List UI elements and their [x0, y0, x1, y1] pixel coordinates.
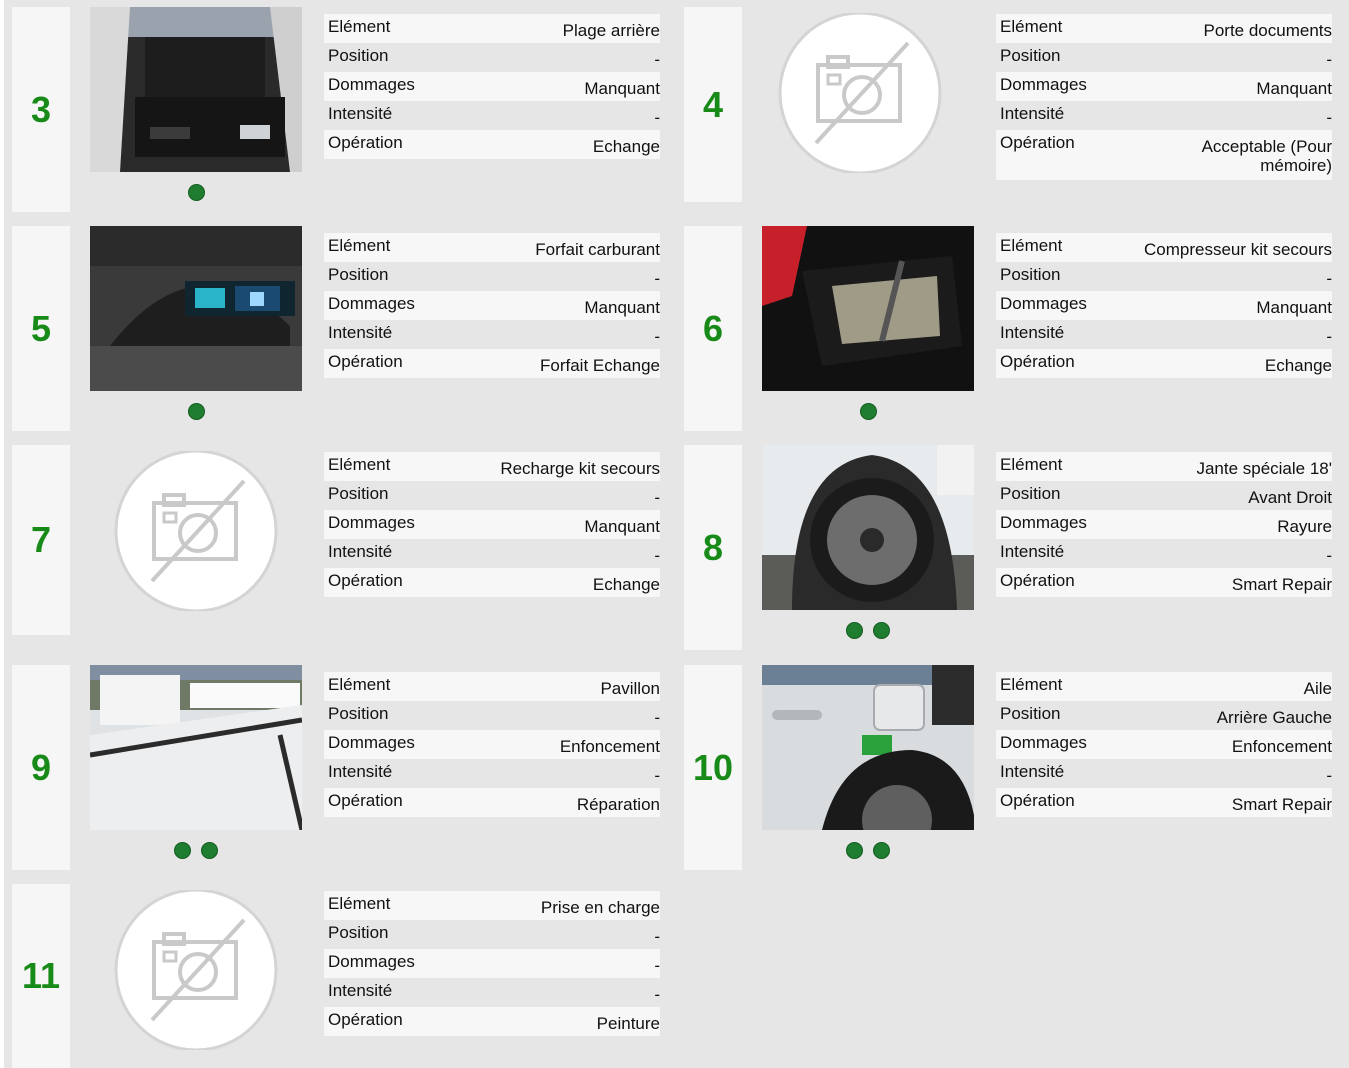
row-operation: Opération Réparation	[324, 788, 660, 817]
row-position: Position -	[328, 704, 660, 727]
damage-photo-fender[interactable]	[762, 665, 974, 830]
row-operation: Opération Peinture	[324, 1007, 660, 1036]
row-dommages: Dommages Manquant	[324, 291, 660, 320]
row-intensite: Intensité -	[1000, 762, 1332, 785]
row-dommages: Dommages -	[324, 949, 660, 978]
row-dommages: Dommages Manquant	[324, 510, 660, 539]
row-element: Elément Pavillon	[324, 672, 660, 701]
details-table: Elément Plage arrière Position - Dommages M…	[324, 14, 660, 159]
photo-pagination	[90, 184, 302, 202]
row-dommages: Dommages Enfoncement	[996, 730, 1332, 759]
photo-pagination	[90, 842, 302, 860]
row-intensite: Intensité -	[328, 762, 660, 785]
details-table: Elément Porte documents Position - Dommage…	[996, 14, 1332, 180]
item-number: 5	[12, 226, 70, 431]
row-element: Elément Porte documents	[996, 14, 1332, 43]
row-position: Position -	[328, 46, 660, 69]
damage-card: 7 Elément Recharge kit secours Position - …	[4, 445, 664, 635]
photo-dot[interactable]	[174, 842, 191, 859]
row-position: Position -	[328, 484, 660, 507]
details-table: Elément Jante spéciale 18' Position Avant …	[996, 452, 1332, 597]
row-intensite: Intensité -	[328, 542, 660, 565]
damage-card: 6 Elément Compresseur kit secours Positio…	[676, 226, 1336, 431]
row-position: Position Avant Droit	[1000, 484, 1332, 507]
row-operation: Opération Forfait Echange	[324, 349, 660, 378]
item-number: 4	[684, 7, 742, 202]
damage-card: 9 Elément Pavillon Position - Dommages Enfo…	[4, 665, 664, 870]
row-element: Elément Recharge kit secours	[324, 452, 660, 481]
photo-dot[interactable]	[873, 622, 890, 639]
row-element: Elément Jante spéciale 18'	[996, 452, 1332, 481]
row-element: Elément Forfait carburant	[324, 233, 660, 262]
row-position: Position -	[1000, 46, 1332, 69]
row-dommages: Dommages Manquant	[996, 72, 1332, 101]
row-dommages: Dommages Manquant	[324, 72, 660, 101]
photo-dot[interactable]	[846, 842, 863, 859]
row-position: Position -	[1000, 265, 1332, 288]
damage-card: 11 Elément Prise en charge Position - Domm…	[4, 884, 664, 1068]
damage-card: 5 Elément Forfait carburant Position - Dom…	[4, 226, 664, 431]
row-element: Elément Compresseur kit secours	[996, 233, 1332, 262]
damage-card: 4 Elément Porte documents Position - Domma…	[676, 7, 1336, 202]
item-number: 3	[12, 7, 70, 212]
item-number: 9	[12, 665, 70, 870]
photo-pagination	[762, 842, 974, 860]
photo-dot[interactable]	[873, 842, 890, 859]
details-table: Elément Compresseur kit secours Position -…	[996, 233, 1332, 378]
row-position: Position Arrière Gauche	[1000, 704, 1332, 727]
row-operation: Opération Echange	[324, 130, 660, 159]
row-dommages: Dommages Rayure	[996, 510, 1332, 539]
row-intensite: Intensité -	[328, 981, 660, 1004]
inspection-grid: 3 Elément Plage arrière Position - Dommage…	[4, 0, 1349, 1068]
row-operation: Opération Echange	[996, 349, 1332, 378]
details-table: Elément Pavillon Position - Dommages Enfonc…	[324, 672, 660, 817]
photo-dot[interactable]	[187, 403, 205, 420]
damage-photo-roof[interactable]	[90, 665, 302, 830]
damage-photo-dashboard[interactable]	[90, 226, 302, 391]
damage-photo-trunk[interactable]	[90, 7, 302, 172]
photo-dot[interactable]	[846, 622, 863, 639]
photo-dot[interactable]	[201, 842, 218, 859]
item-number: 10	[684, 665, 742, 870]
row-element: Elément Plage arrière	[324, 14, 660, 43]
photo-pagination	[762, 403, 974, 421]
photo-pagination	[90, 403, 302, 421]
photo-pagination	[762, 622, 974, 640]
row-intensite: Intensité -	[1000, 323, 1332, 346]
damage-photo-wheel[interactable]	[762, 445, 974, 610]
row-intensite: Intensité -	[1000, 542, 1332, 565]
row-intensite: Intensité -	[328, 323, 660, 346]
details-table: Elément Forfait carburant Position - Domma…	[324, 233, 660, 378]
photo-dot[interactable]	[187, 184, 205, 201]
item-number: 8	[684, 445, 742, 650]
row-dommages: Dommages Enfoncement	[324, 730, 660, 759]
photo-dot[interactable]	[859, 403, 877, 420]
row-position: Position -	[328, 923, 660, 946]
details-table: Elément Recharge kit secours Position - Do…	[324, 452, 660, 597]
row-operation: Opération Acceptable (Pour mémoire)	[996, 130, 1332, 180]
row-element: Elément Prise en charge	[324, 891, 660, 920]
item-number: 6	[684, 226, 742, 431]
no-photo-icon	[776, 11, 944, 175]
no-photo-icon	[112, 888, 280, 1052]
row-operation: Opération Echange	[324, 568, 660, 597]
row-element: Elément Aile	[996, 672, 1332, 701]
details-table: Elément Prise en charge Position - Dommage…	[324, 891, 660, 1036]
row-intensite: Intensité -	[328, 104, 660, 127]
row-dommages: Dommages Manquant	[996, 291, 1332, 320]
no-photo-icon	[112, 449, 280, 613]
row-position: Position -	[328, 265, 660, 288]
item-number: 11	[12, 884, 70, 1068]
damage-photo-compressor[interactable]	[762, 226, 974, 391]
item-number: 7	[12, 445, 70, 635]
row-operation: Opération Smart Repair	[996, 788, 1332, 817]
damage-card: 3 Elément Plage arrière Position - Dommage…	[4, 7, 664, 212]
damage-card: 10 Elément Aile Position Arrière Gauche Do…	[676, 665, 1336, 870]
damage-card: 8 Elément Jante spéciale 18' Position Avan…	[676, 445, 1336, 650]
row-operation: Opération Smart Repair	[996, 568, 1332, 597]
row-intensite: Intensité -	[1000, 104, 1332, 127]
details-table: Elément Aile Position Arrière Gauche Domma…	[996, 672, 1332, 817]
